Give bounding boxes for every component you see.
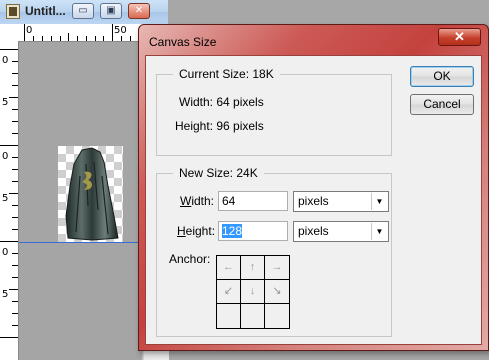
cape-artwork[interactable] [58,146,123,242]
ruler-label: 50 [114,25,127,36]
anchor-cell-middle-right[interactable]: ↘ [265,280,289,304]
document-title: Untitl... [25,4,66,18]
ruler-label: 5 [2,289,9,300]
width-unit-select[interactable]: pixels ▼ [293,191,389,212]
anchor-cell-middle-center[interactable]: ↓ [241,280,265,304]
document-close-button[interactable]: ✕ [128,3,150,19]
height-label-text: eight: [185,224,216,238]
anchor-cell-top-center[interactable]: ↑ [241,256,265,280]
anchor-cell-bottom-center[interactable] [241,304,265,328]
dialog-title: Canvas Size [149,35,217,49]
dialog-client-area: Current Size: 18K Width: 64 pixels Heigh… [145,55,482,345]
photoshop-document-icon [6,4,20,19]
vertical-ruler: 0 5 0 5 0 5 [0,41,19,360]
anchor-cell-middle-left[interactable]: ↙ [217,280,241,304]
height-input-selection: 128 [222,224,243,238]
ruler-label: 5 [2,193,9,204]
anchor-cell-bottom-right[interactable] [265,304,289,328]
current-height-text: Height: 96 pixels [175,119,264,133]
height-input[interactable]: 128 [218,221,288,241]
anchor-cell-top-right[interactable]: → [265,256,289,280]
ruler-label: 0 [2,151,9,162]
cape-image [65,147,119,241]
ruler-label: 0 [2,247,9,258]
anchor-cell-bottom-left[interactable] [217,304,241,328]
width-label-accel: W [180,194,192,208]
ruler-label: 0 [26,25,33,36]
width-label-text: idth: [191,194,215,208]
document-titlebar[interactable]: Untitl... ▭ ▣ ✕ [0,0,168,25]
height-unit-select[interactable]: pixels ▼ [293,221,389,242]
height-label-accel: H [177,224,186,238]
current-width-text: Width: 64 pixels [179,95,264,109]
maximize-button[interactable]: ▣ [100,3,122,19]
current-size-legend: Current Size: 18K [173,67,280,81]
height-label: Height: [177,224,215,238]
canvas-size-dialog: Canvas Size ✕ Current Size: 18K Width: 6… [138,24,489,351]
dropdown-arrow-icon[interactable]: ▼ [371,223,387,240]
dropdown-arrow-icon[interactable]: ▼ [371,193,387,210]
anchor-cell-top-left[interactable]: ← [217,256,241,280]
ruler-label: 0 [2,55,9,66]
anchor-grid[interactable]: ← ↑ → ↙ ↓ ↘ [216,255,290,329]
width-label: Width: [180,194,214,208]
ok-button[interactable]: OK [410,66,474,87]
cancel-button[interactable]: Cancel [410,94,474,115]
minimize-button[interactable]: ▭ [72,3,94,19]
height-unit-value: pixels [298,224,329,238]
horizontal-guide-line[interactable] [19,242,143,243]
dialog-close-button[interactable]: ✕ [438,28,481,46]
new-size-legend: New Size: 24K [173,166,264,180]
current-size-group: Current Size: 18K Width: 64 pixels Heigh… [156,67,392,156]
anchor-label: Anchor: [169,252,211,266]
width-input[interactable]: 64 [218,191,288,211]
ruler-label: 5 [2,97,9,108]
width-unit-value: pixels [298,194,329,208]
